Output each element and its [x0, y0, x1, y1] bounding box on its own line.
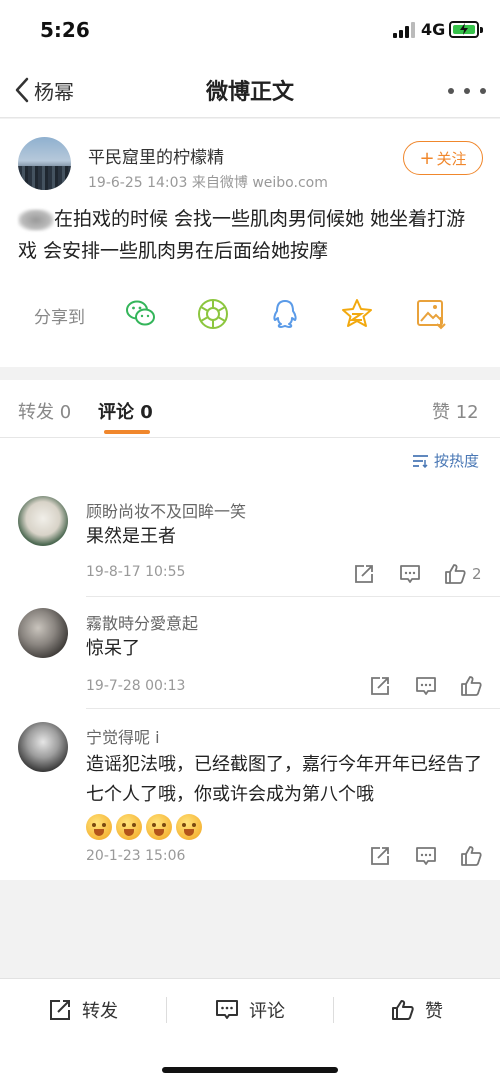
face-emoji-icon — [146, 814, 172, 840]
comment-text: 果然是王者 — [86, 526, 176, 547]
like-comment-icon[interactable] — [459, 674, 483, 698]
face-emoji-icon — [86, 814, 112, 840]
post-text: 在拍戏的时候 会找一些肌肉男伺候她 她坐着打游戏 会安排一些肌肉男在后面给她按摩 — [18, 208, 466, 262]
comment-time: 20-1-23 15:06 — [86, 848, 186, 864]
like-button[interactable]: 赞 — [334, 997, 500, 1023]
comment-button[interactable]: 评论 — [167, 997, 333, 1023]
nav-bar: 杨幂 微博正文 — [0, 62, 500, 118]
sort-icon — [413, 454, 428, 468]
face-emoji-icon — [116, 814, 142, 840]
comment-like-count: 2 — [472, 565, 482, 583]
comment-time: 19-8-17 10:55 — [86, 564, 186, 580]
status-bar: 5:26 4G — [0, 0, 500, 62]
repost-comment-icon[interactable] — [368, 844, 392, 868]
commenter-avatar[interactable] — [18, 722, 68, 772]
reply-comment-icon[interactable] — [398, 562, 422, 586]
wechat-icon[interactable] — [124, 297, 158, 331]
comment-item: 顾盼尚妆不及回眸一笑 果然是王者 19-8-17 10:55 2 — [0, 484, 500, 598]
more-options-icon[interactable] — [446, 84, 488, 98]
share-label: 分享到 — [34, 308, 85, 328]
redacted-name — [18, 208, 54, 231]
repost-comment-icon[interactable] — [352, 562, 376, 586]
comment-time: 19-7-28 00:13 — [86, 678, 186, 694]
tab-repost[interactable]: 转发 0 — [18, 398, 71, 424]
plus-icon: + — [419, 147, 435, 169]
emoji-row — [86, 814, 206, 840]
post-text-block: 在拍戏的时候 会找一些肌肉男伺候她 她坐着打游戏 会安排一些肌肉男在后面给她按摩 — [18, 203, 482, 267]
tab-comment[interactable]: 评论 0 — [98, 398, 153, 424]
comment-item: 霧散時分愛意起 惊呆了 19-7-28 00:13 — [0, 598, 500, 712]
comment-item: 宁觉得呢 i 造谣犯法哦，已经截图了，嘉行今年开年已经告了七个人了哦，你或许会成… — [0, 712, 500, 880]
follow-label: 关注 — [436, 149, 467, 168]
commenter-avatar[interactable] — [18, 608, 68, 658]
sort-button[interactable]: 按热度 — [412, 450, 479, 471]
commenter-avatar[interactable] — [18, 496, 68, 546]
commenter-name[interactable]: 宁觉得呢 i — [86, 724, 160, 748]
tab-like[interactable]: 赞 12 — [432, 398, 479, 424]
bottom-action-bar: 转发 评论 赞 — [0, 978, 500, 1083]
post-meta: 19-6-25 14:03 来自微博 weibo.com — [88, 175, 328, 191]
author-avatar[interactable] — [18, 137, 71, 190]
qzone-icon[interactable] — [340, 297, 374, 331]
share-row: 分享到 — [0, 291, 500, 335]
follow-button[interactable]: + 关注 — [403, 141, 483, 175]
like-comment-icon[interactable] — [459, 844, 483, 868]
reply-comment-icon[interactable] — [414, 844, 438, 868]
home-indicator[interactable] — [162, 1067, 338, 1073]
commenter-name[interactable]: 顾盼尚妆不及回眸一笑 — [86, 498, 246, 522]
comment-list: 按热度 顾盼尚妆不及回眸一笑 果然是王者 19-8-17 10:55 2 霧散時… — [0, 438, 500, 880]
like-label: 赞 — [425, 1001, 443, 1022]
save-image-icon[interactable] — [414, 297, 448, 331]
sort-label: 按热度 — [434, 452, 480, 470]
moments-icon[interactable] — [196, 297, 230, 331]
face-emoji-icon — [176, 814, 202, 840]
comment-label: 评论 — [249, 1001, 285, 1022]
repost-label: 转发 — [82, 1001, 118, 1022]
thumbs-up-icon — [392, 1000, 414, 1020]
comment-divider — [86, 708, 500, 709]
network-label: 4G — [421, 20, 446, 39]
signal-icon — [393, 22, 415, 38]
commenter-name[interactable]: 霧散時分愛意起 — [86, 610, 198, 634]
comment-text: 造谣犯法哦，已经截图了，嘉行今年开年已经告了七个人了哦，你或许会成为第八个哦 — [86, 754, 482, 805]
like-comment-icon[interactable] — [443, 562, 467, 586]
comment-icon — [216, 1000, 238, 1019]
reply-comment-icon[interactable] — [414, 674, 438, 698]
qq-icon[interactable] — [268, 297, 302, 331]
repost-comment-icon[interactable] — [368, 674, 392, 698]
page-title: 微博正文 — [205, 80, 294, 105]
battery-icon — [449, 21, 483, 38]
comment-text: 惊呆了 — [86, 638, 140, 659]
repost-icon — [50, 1000, 70, 1020]
post-tabs: 转发 0 评论 0 赞 12 — [0, 380, 500, 438]
comment-divider — [86, 596, 500, 597]
weibo-post: 平民窟里的柠檬精 19-6-25 14:03 来自微博 weibo.com + … — [0, 119, 500, 367]
active-tab-indicator — [104, 430, 150, 434]
repost-button[interactable]: 转发 — [0, 997, 166, 1023]
author-name[interactable]: 平民窟里的柠檬精 — [88, 143, 224, 168]
status-time: 5:26 — [40, 18, 90, 42]
